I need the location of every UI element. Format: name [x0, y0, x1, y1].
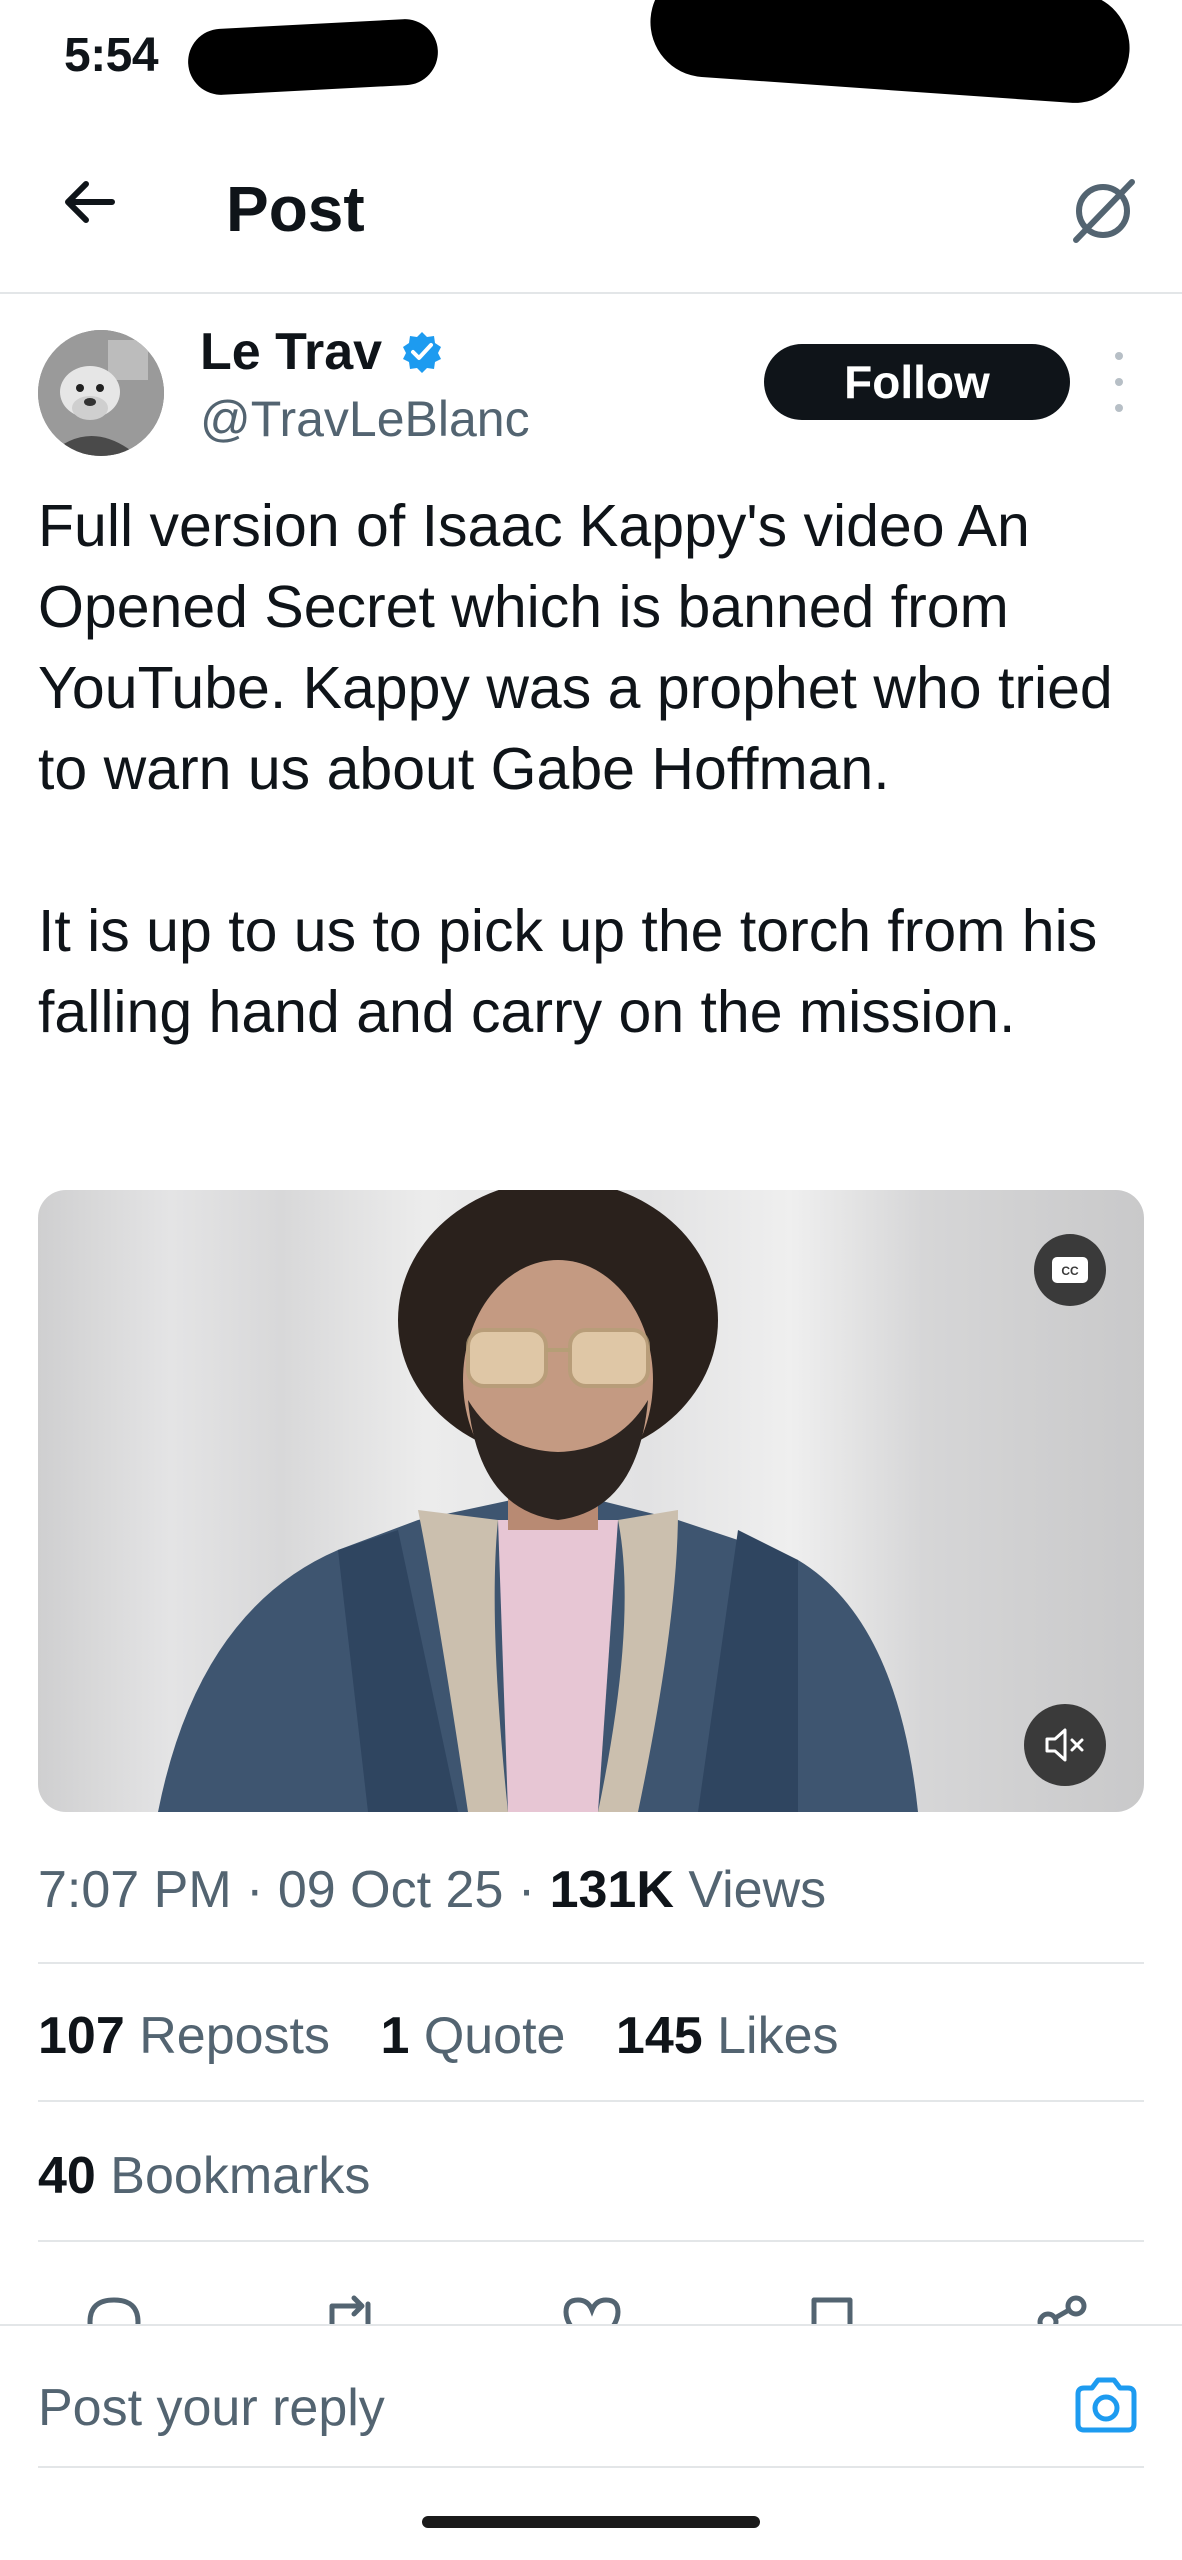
dot — [1115, 404, 1123, 412]
bookmarks-stat[interactable]: 40 Bookmarks — [38, 2146, 370, 2206]
reply-divider — [38, 2466, 1144, 2468]
separator: · — [517, 1861, 536, 1919]
grok-button[interactable] — [1062, 170, 1144, 252]
camera-icon — [1075, 2377, 1137, 2433]
views-label: Views — [688, 1861, 827, 1919]
divider — [38, 1962, 1144, 1964]
bookmark-icon[interactable] — [800, 2292, 864, 2326]
tweet-meta: 7:07 PM · 09 Oct 25 · 131K Views — [38, 1860, 826, 1920]
display-name[interactable]: Le Trav — [200, 322, 382, 382]
tweet-paragraph: Full version of Isaac Kappy's video An O… — [38, 493, 1113, 802]
svg-text:CC: CC — [1061, 1264, 1079, 1278]
arrow-left-icon — [65, 181, 115, 223]
video-frame — [158, 1190, 918, 1812]
divider — [38, 2100, 1144, 2102]
redacted-area — [186, 17, 440, 97]
views-count: 131K — [549, 1861, 674, 1919]
like-icon[interactable] — [560, 2292, 624, 2326]
share-icon[interactable] — [1030, 2292, 1094, 2326]
redacted-area — [646, 0, 1134, 107]
grok-icon — [1073, 179, 1135, 243]
closed-captions-icon: CC — [1052, 1257, 1088, 1283]
reposts-stat[interactable]: 107 Reposts — [38, 2006, 330, 2066]
mute-button[interactable] — [1024, 1704, 1106, 1786]
likes-stat[interactable]: 145 Likes — [616, 2006, 839, 2066]
follow-button[interactable]: Follow — [764, 344, 1070, 420]
header-divider — [0, 292, 1182, 294]
video-player[interactable]: CC — [38, 1190, 1144, 1812]
captions-button[interactable]: CC — [1034, 1234, 1106, 1306]
tweet-date[interactable]: 09 Oct 25 — [278, 1861, 503, 1919]
reply-input[interactable]: Post your reply — [38, 2378, 385, 2438]
reply-icon[interactable] — [82, 2292, 146, 2326]
action-bar — [0, 2282, 1182, 2326]
page-title: Post — [226, 173, 365, 245]
divider — [38, 2240, 1144, 2242]
tweet-text: Full version of Isaac Kappy's video An O… — [38, 486, 1148, 1053]
dot — [1115, 352, 1123, 360]
back-button[interactable] — [56, 170, 120, 234]
repost-icon[interactable] — [318, 2292, 382, 2326]
tweet-paragraph: It is up to us to pick up the torch from… — [38, 898, 1098, 1045]
separator: · — [246, 1861, 264, 1919]
verified-badge-icon — [400, 330, 444, 374]
volume-muted-icon — [1045, 1728, 1084, 1762]
quotes-stat[interactable]: 1 Quote — [380, 2006, 565, 2066]
dot — [1115, 378, 1123, 386]
engagement-stats: 107 Reposts 1 Quote 145 Likes — [38, 2006, 875, 2066]
home-indicator[interactable] — [422, 2516, 760, 2528]
user-handle[interactable]: @TravLeBlanc — [200, 390, 530, 448]
avatar[interactable] — [38, 330, 164, 456]
tweet-time[interactable]: 7:07 PM — [38, 1861, 232, 1919]
camera-button[interactable] — [1072, 2376, 1140, 2436]
more-options-button[interactable] — [1108, 352, 1130, 412]
dog-avatar-image — [38, 330, 164, 456]
status-time: 5:54 — [64, 29, 159, 82]
